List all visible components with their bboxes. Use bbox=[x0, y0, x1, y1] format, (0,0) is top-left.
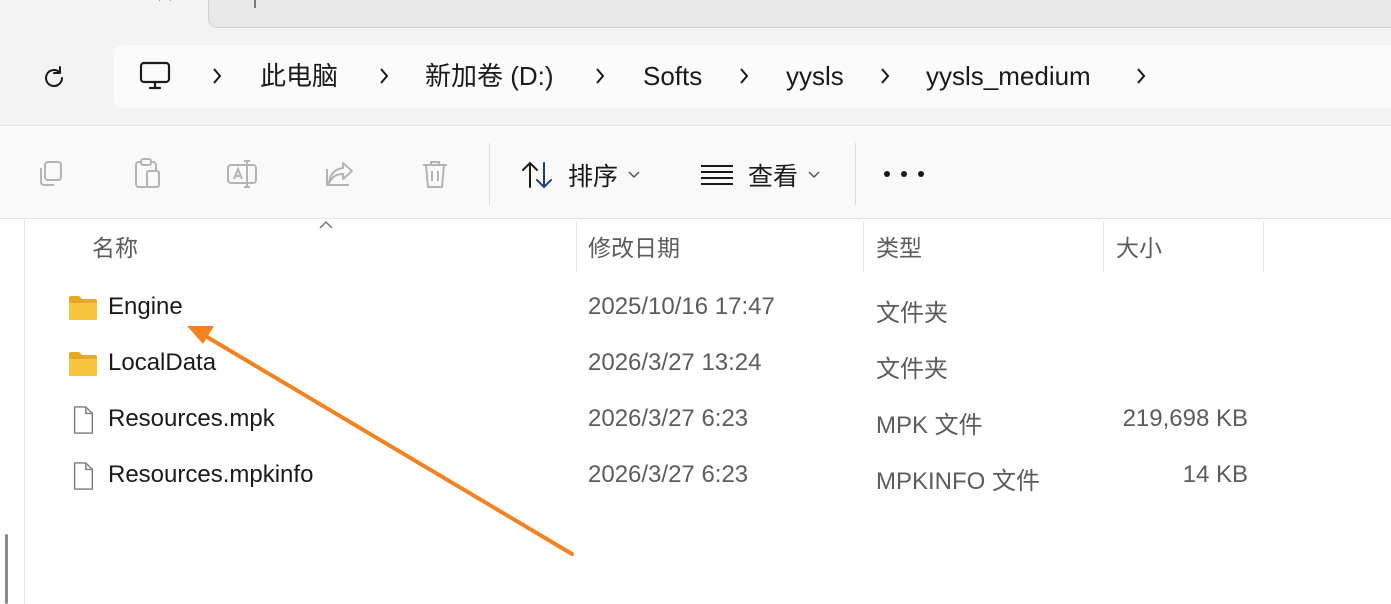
refresh-icon bbox=[45, 66, 63, 87]
chevron-right-icon[interactable] bbox=[1134, 67, 1148, 85]
file-size: 14 KB bbox=[1182, 461, 1248, 488]
rename-icon[interactable] bbox=[225, 157, 259, 191]
copy-icon[interactable] bbox=[34, 157, 68, 191]
file-modified: 2026/3/27 13:24 bbox=[588, 349, 762, 376]
file-name: Resources.mpk bbox=[108, 405, 275, 432]
breadcrumb-item-softs[interactable]: Softs bbox=[643, 61, 702, 91]
breadcrumb-item-this-pc[interactable]: 此电脑 bbox=[260, 61, 338, 91]
file-modified: 2025/10/16 17:47 bbox=[588, 293, 775, 320]
delete-icon[interactable] bbox=[418, 157, 452, 191]
file-size: 219,698 KB bbox=[1122, 405, 1248, 432]
navigation-pane-edge bbox=[24, 220, 25, 604]
breadcrumb[interactable]: 此电脑 新加卷 (D:) Softs yysls yysls_medium bbox=[114, 45, 1391, 108]
sort-button[interactable]: 排序 bbox=[520, 155, 640, 195]
file-name: LocalData bbox=[108, 349, 217, 376]
sort-ascending-icon bbox=[319, 220, 333, 229]
table-row[interactable]: LocalData 2026/3/27 13:24 文件夹 bbox=[60, 340, 1280, 390]
tab-strip bbox=[0, 0, 1391, 28]
file-name: Engine bbox=[108, 293, 183, 320]
computer-icon[interactable] bbox=[138, 61, 172, 91]
chevron-right-icon[interactable] bbox=[593, 67, 607, 85]
column-divider[interactable] bbox=[576, 222, 577, 272]
breadcrumb-item-drive-d[interactable]: 新加卷 (D:) bbox=[425, 61, 554, 91]
breadcrumb-item-yysls[interactable]: yysls bbox=[786, 61, 844, 91]
file-type: 文件夹 bbox=[876, 300, 948, 327]
more-icon[interactable] bbox=[884, 163, 924, 185]
column-divider[interactable] bbox=[1103, 222, 1104, 272]
command-bar: 排序 查看 bbox=[0, 127, 1391, 219]
file-list: 名称 修改日期 类型 大小 Engine 2025/10/16 17:47 文件… bbox=[0, 220, 1391, 604]
column-divider[interactable] bbox=[1263, 222, 1264, 272]
refresh-button[interactable] bbox=[36, 60, 72, 96]
close-icon[interactable] bbox=[154, 0, 176, 12]
file-type: 文件夹 bbox=[876, 356, 948, 383]
table-row[interactable]: Engine 2025/10/16 17:47 文件夹 bbox=[60, 284, 1280, 334]
view-label: 查看 bbox=[748, 163, 799, 191]
file-icon bbox=[73, 406, 94, 434]
chevron-down-icon bbox=[628, 171, 640, 179]
chevron-down-icon bbox=[808, 171, 820, 179]
file-name: Resources.mpkinfo bbox=[108, 461, 314, 488]
breadcrumb-item-yysls-medium[interactable]: yysls_medium bbox=[926, 61, 1091, 91]
sort-icon bbox=[522, 161, 552, 189]
chevron-right-icon[interactable] bbox=[878, 67, 892, 85]
separator bbox=[855, 143, 856, 205]
paste-icon[interactable] bbox=[131, 157, 165, 191]
file-modified: 2026/3/27 6:23 bbox=[588, 461, 749, 488]
view-button[interactable]: 查看 bbox=[700, 155, 820, 195]
chevron-right-icon[interactable] bbox=[737, 67, 751, 85]
view-icon bbox=[701, 165, 733, 185]
address-bar-area: 此电脑 新加卷 (D:) Softs yysls yysls_medium bbox=[0, 28, 1391, 126]
table-row[interactable]: Resources.mpkinfo 2026/3/27 6:23 MPKINFO… bbox=[60, 452, 1280, 502]
inactive-tab-area bbox=[208, 0, 1391, 28]
nav-scrollbar[interactable] bbox=[5, 534, 8, 604]
chevron-right-icon[interactable] bbox=[210, 67, 224, 85]
file-modified: 2026/3/27 6:23 bbox=[588, 405, 749, 432]
folder-icon bbox=[69, 352, 97, 376]
chevron-right-icon[interactable] bbox=[377, 67, 391, 85]
column-header-size[interactable]: 大小 bbox=[1116, 234, 1162, 270]
plus-icon[interactable] bbox=[248, 0, 262, 8]
column-header-modified[interactable]: 修改日期 bbox=[588, 234, 680, 270]
column-header-name[interactable]: 名称 bbox=[92, 234, 138, 270]
separator bbox=[489, 143, 490, 205]
sort-label: 排序 bbox=[568, 163, 619, 191]
table-row[interactable]: Resources.mpk 2026/3/27 6:23 MPK 文件 219,… bbox=[60, 396, 1280, 446]
file-icon bbox=[73, 462, 94, 490]
file-type: MPK 文件 bbox=[876, 412, 983, 439]
file-type: MPKINFO 文件 bbox=[876, 468, 1041, 495]
folder-icon bbox=[69, 296, 97, 320]
share-icon[interactable] bbox=[323, 157, 357, 191]
column-header-type[interactable]: 类型 bbox=[876, 234, 922, 270]
column-divider[interactable] bbox=[863, 222, 864, 272]
